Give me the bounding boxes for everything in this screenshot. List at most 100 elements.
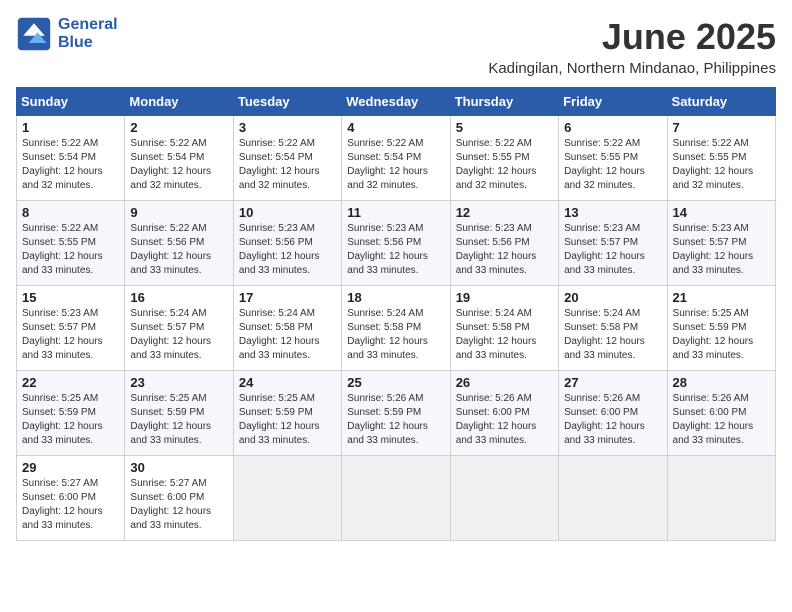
day-number: 22: [22, 375, 119, 390]
calendar-table: SundayMondayTuesdayWednesdayThursdayFrid…: [16, 87, 776, 541]
day-info: Sunrise: 5:22 AM Sunset: 5:55 PM Dayligh…: [22, 222, 119, 278]
calendar-cell: 25 Sunrise: 5:26 AM Sunset: 5:59 PM Dayl…: [342, 371, 450, 456]
day-number: 5: [456, 120, 553, 135]
calendar-cell: 18 Sunrise: 5:24 AM Sunset: 5:58 PM Dayl…: [342, 286, 450, 371]
day-number: 4: [347, 120, 444, 135]
day-info: Sunrise: 5:23 AM Sunset: 5:56 PM Dayligh…: [347, 222, 444, 278]
day-number: 27: [564, 375, 661, 390]
calendar-cell: 27 Sunrise: 5:26 AM Sunset: 6:00 PM Dayl…: [559, 371, 667, 456]
week-row-5: 29 Sunrise: 5:27 AM Sunset: 6:00 PM Dayl…: [17, 456, 776, 541]
day-info: Sunrise: 5:23 AM Sunset: 5:57 PM Dayligh…: [564, 222, 661, 278]
day-number: 25: [347, 375, 444, 390]
day-number: 29: [22, 460, 119, 475]
header-cell-wednesday: Wednesday: [342, 88, 450, 116]
logo: General Blue: [16, 16, 118, 52]
week-row-4: 22 Sunrise: 5:25 AM Sunset: 5:59 PM Dayl…: [17, 371, 776, 456]
day-number: 30: [130, 460, 227, 475]
calendar-cell: [233, 456, 341, 541]
title-area: June 2025 Kadingilan, Northern Mindanao,…: [488, 16, 776, 77]
day-number: 7: [673, 120, 770, 135]
header-cell-friday: Friday: [559, 88, 667, 116]
day-number: 14: [673, 205, 770, 220]
day-number: 15: [22, 290, 119, 305]
calendar-cell: [559, 456, 667, 541]
day-info: Sunrise: 5:24 AM Sunset: 5:57 PM Dayligh…: [130, 307, 227, 363]
day-info: Sunrise: 5:22 AM Sunset: 5:55 PM Dayligh…: [456, 137, 553, 193]
calendar-cell: 2 Sunrise: 5:22 AM Sunset: 5:54 PM Dayli…: [125, 116, 233, 201]
day-info: Sunrise: 5:24 AM Sunset: 5:58 PM Dayligh…: [239, 307, 336, 363]
day-number: 17: [239, 290, 336, 305]
day-info: Sunrise: 5:22 AM Sunset: 5:55 PM Dayligh…: [564, 137, 661, 193]
day-info: Sunrise: 5:24 AM Sunset: 5:58 PM Dayligh…: [347, 307, 444, 363]
day-info: Sunrise: 5:26 AM Sunset: 6:00 PM Dayligh…: [564, 392, 661, 448]
calendar-cell: 21 Sunrise: 5:25 AM Sunset: 5:59 PM Dayl…: [667, 286, 775, 371]
calendar-cell: 16 Sunrise: 5:24 AM Sunset: 5:57 PM Dayl…: [125, 286, 233, 371]
day-info: Sunrise: 5:27 AM Sunset: 6:00 PM Dayligh…: [130, 477, 227, 533]
day-info: Sunrise: 5:26 AM Sunset: 5:59 PM Dayligh…: [347, 392, 444, 448]
calendar-title: June 2025: [488, 16, 776, 58]
page-header: General Blue June 2025 Kadingilan, North…: [16, 16, 776, 77]
calendar-cell: 20 Sunrise: 5:24 AM Sunset: 5:58 PM Dayl…: [559, 286, 667, 371]
calendar-cell: 30 Sunrise: 5:27 AM Sunset: 6:00 PM Dayl…: [125, 456, 233, 541]
calendar-cell: 14 Sunrise: 5:23 AM Sunset: 5:57 PM Dayl…: [667, 201, 775, 286]
day-info: Sunrise: 5:23 AM Sunset: 5:56 PM Dayligh…: [239, 222, 336, 278]
calendar-cell: 4 Sunrise: 5:22 AM Sunset: 5:54 PM Dayli…: [342, 116, 450, 201]
calendar-cell: 11 Sunrise: 5:23 AM Sunset: 5:56 PM Dayl…: [342, 201, 450, 286]
day-number: 26: [456, 375, 553, 390]
day-number: 2: [130, 120, 227, 135]
calendar-cell: 7 Sunrise: 5:22 AM Sunset: 5:55 PM Dayli…: [667, 116, 775, 201]
day-info: Sunrise: 5:26 AM Sunset: 6:00 PM Dayligh…: [673, 392, 770, 448]
day-number: 9: [130, 205, 227, 220]
calendar-cell: 8 Sunrise: 5:22 AM Sunset: 5:55 PM Dayli…: [17, 201, 125, 286]
day-number: 13: [564, 205, 661, 220]
day-number: 18: [347, 290, 444, 305]
day-number: 28: [673, 375, 770, 390]
day-number: 11: [347, 205, 444, 220]
calendar-cell: 28 Sunrise: 5:26 AM Sunset: 6:00 PM Dayl…: [667, 371, 775, 456]
calendar-cell: 10 Sunrise: 5:23 AM Sunset: 5:56 PM Dayl…: [233, 201, 341, 286]
day-info: Sunrise: 5:25 AM Sunset: 5:59 PM Dayligh…: [239, 392, 336, 448]
calendar-cell: 6 Sunrise: 5:22 AM Sunset: 5:55 PM Dayli…: [559, 116, 667, 201]
calendar-cell: 1 Sunrise: 5:22 AM Sunset: 5:54 PM Dayli…: [17, 116, 125, 201]
day-info: Sunrise: 5:25 AM Sunset: 5:59 PM Dayligh…: [673, 307, 770, 363]
day-number: 23: [130, 375, 227, 390]
header-cell-monday: Monday: [125, 88, 233, 116]
calendar-cell: 29 Sunrise: 5:27 AM Sunset: 6:00 PM Dayl…: [17, 456, 125, 541]
day-number: 16: [130, 290, 227, 305]
day-info: Sunrise: 5:23 AM Sunset: 5:56 PM Dayligh…: [456, 222, 553, 278]
logo-icon: [16, 16, 52, 52]
day-info: Sunrise: 5:24 AM Sunset: 5:58 PM Dayligh…: [564, 307, 661, 363]
day-info: Sunrise: 5:22 AM Sunset: 5:54 PM Dayligh…: [239, 137, 336, 193]
calendar-cell: 13 Sunrise: 5:23 AM Sunset: 5:57 PM Dayl…: [559, 201, 667, 286]
day-info: Sunrise: 5:26 AM Sunset: 6:00 PM Dayligh…: [456, 392, 553, 448]
day-info: Sunrise: 5:27 AM Sunset: 6:00 PM Dayligh…: [22, 477, 119, 533]
header-cell-saturday: Saturday: [667, 88, 775, 116]
header-cell-sunday: Sunday: [17, 88, 125, 116]
day-number: 1: [22, 120, 119, 135]
day-info: Sunrise: 5:23 AM Sunset: 5:57 PM Dayligh…: [673, 222, 770, 278]
calendar-cell: 15 Sunrise: 5:23 AM Sunset: 5:57 PM Dayl…: [17, 286, 125, 371]
day-number: 10: [239, 205, 336, 220]
week-row-1: 1 Sunrise: 5:22 AM Sunset: 5:54 PM Dayli…: [17, 116, 776, 201]
calendar-cell: 17 Sunrise: 5:24 AM Sunset: 5:58 PM Dayl…: [233, 286, 341, 371]
calendar-cell: [667, 456, 775, 541]
calendar-cell: 3 Sunrise: 5:22 AM Sunset: 5:54 PM Dayli…: [233, 116, 341, 201]
calendar-cell: [342, 456, 450, 541]
calendar-cell: 19 Sunrise: 5:24 AM Sunset: 5:58 PM Dayl…: [450, 286, 558, 371]
calendar-cell: 5 Sunrise: 5:22 AM Sunset: 5:55 PM Dayli…: [450, 116, 558, 201]
header-row: SundayMondayTuesdayWednesdayThursdayFrid…: [17, 88, 776, 116]
day-number: 21: [673, 290, 770, 305]
logo-text: General Blue: [58, 16, 118, 52]
day-info: Sunrise: 5:22 AM Sunset: 5:54 PM Dayligh…: [347, 137, 444, 193]
day-number: 19: [456, 290, 553, 305]
calendar-cell: 26 Sunrise: 5:26 AM Sunset: 6:00 PM Dayl…: [450, 371, 558, 456]
day-number: 24: [239, 375, 336, 390]
calendar-cell: 9 Sunrise: 5:22 AM Sunset: 5:56 PM Dayli…: [125, 201, 233, 286]
day-info: Sunrise: 5:25 AM Sunset: 5:59 PM Dayligh…: [130, 392, 227, 448]
calendar-cell: 23 Sunrise: 5:25 AM Sunset: 5:59 PM Dayl…: [125, 371, 233, 456]
day-info: Sunrise: 5:22 AM Sunset: 5:54 PM Dayligh…: [22, 137, 119, 193]
day-info: Sunrise: 5:22 AM Sunset: 5:54 PM Dayligh…: [130, 137, 227, 193]
day-number: 12: [456, 205, 553, 220]
day-number: 3: [239, 120, 336, 135]
header-cell-tuesday: Tuesday: [233, 88, 341, 116]
